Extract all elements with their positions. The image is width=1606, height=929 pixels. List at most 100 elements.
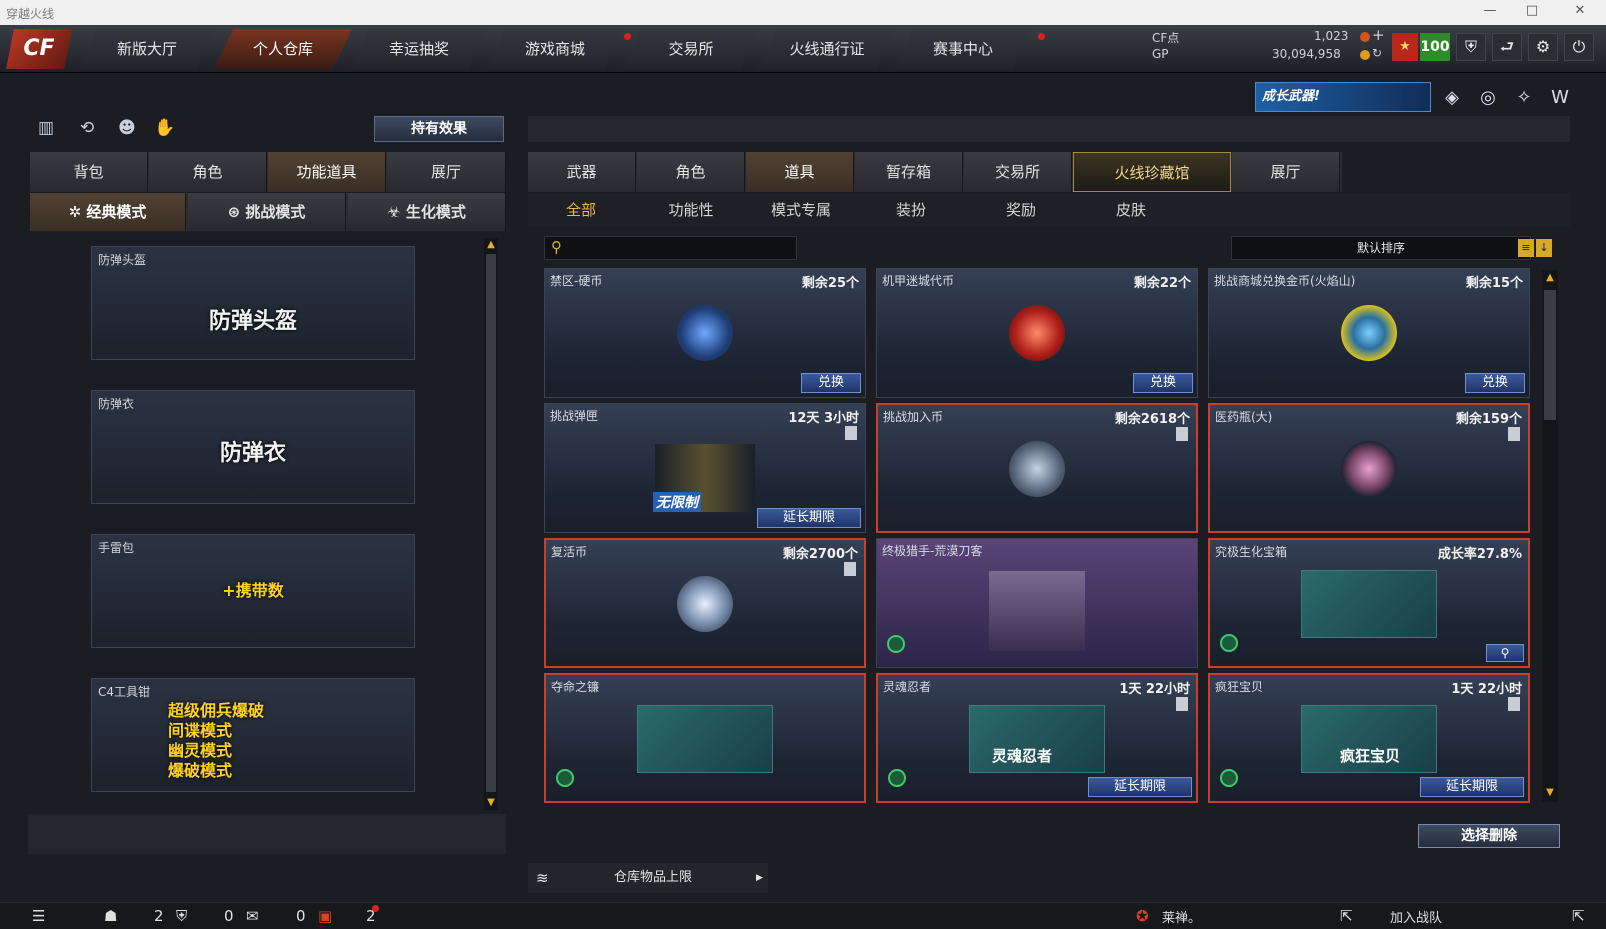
scroll-up-icon[interactable]: ▲ bbox=[486, 240, 496, 250]
trash-icon[interactable] bbox=[1176, 427, 1188, 441]
badge-v-icon[interactable]: ◈ bbox=[1439, 85, 1465, 111]
w-logo-icon[interactable]: W bbox=[1547, 85, 1573, 111]
history-icon[interactable]: ⟲ bbox=[80, 118, 94, 138]
shield-icon[interactable]: ⛨ bbox=[1456, 33, 1486, 61]
refresh-gp-icon[interactable]: ↻ bbox=[1372, 46, 1382, 60]
effects-button[interactable]: 持有效果 bbox=[374, 116, 504, 142]
item-slot[interactable]: 机甲迷城代币 剩余22个 兑换 bbox=[876, 268, 1198, 398]
storage-capacity-bar[interactable]: ≋ 仓库物品上限 ▶ bbox=[528, 863, 768, 893]
item-slot[interactable]: 终极猎手-荒漠刀客 bbox=[876, 538, 1198, 668]
mode-bio[interactable]: ☣ 生化模式 bbox=[348, 193, 506, 231]
item-card-vest[interactable]: 防弹衣 防弹衣 bbox=[91, 390, 415, 504]
item-slot[interactable]: 疯狂宝贝 1天 22小时 疯狂宝贝 延长期限 bbox=[1208, 673, 1530, 803]
popout-clan-icon[interactable]: ⇱ bbox=[1572, 907, 1585, 925]
tab-temp-box[interactable]: 暂存箱 bbox=[855, 152, 963, 192]
tab-weapons[interactable]: 武器 bbox=[528, 152, 636, 192]
list-view-icon[interactable]: ≡ bbox=[1518, 239, 1534, 257]
tab-items[interactable]: 道具 bbox=[746, 152, 854, 192]
item-card-helmet[interactable]: 防弹头盔 防弹头盔 bbox=[91, 246, 415, 360]
item-slot[interactable]: 挑战弹匣 12天 3小时 无限制 延长期限 bbox=[544, 403, 866, 533]
mode-challenge[interactable]: ⊛ 挑战模式 bbox=[188, 193, 346, 231]
scroll-thumb[interactable] bbox=[1544, 290, 1556, 420]
mode-classic[interactable]: ✲ 经典模式 bbox=[30, 193, 186, 231]
tab-functional-items[interactable]: 功能道具 bbox=[268, 152, 386, 192]
trash-icon[interactable] bbox=[1176, 697, 1188, 711]
item-card-grenade[interactable]: 手雷包 +携带数 bbox=[91, 534, 415, 648]
extend-button[interactable]: 延长期限 bbox=[757, 508, 861, 528]
gear-icon[interactable]: ⚙ bbox=[1528, 33, 1558, 61]
globe-icon[interactable]: ◎ bbox=[1475, 85, 1501, 111]
chat-message[interactable]: 莱禅。 bbox=[1162, 907, 1201, 926]
scroll-down-icon[interactable]: ▼ bbox=[1545, 788, 1555, 798]
tab-showroom[interactable]: 展厅 bbox=[1232, 152, 1340, 192]
maximize-icon[interactable]: □ bbox=[1522, 3, 1542, 18]
tab-characters[interactable]: 角色 bbox=[637, 152, 745, 192]
add-cf-icon[interactable]: + bbox=[1372, 26, 1385, 44]
nav-tab-storage[interactable]: 个人仓库 bbox=[214, 29, 352, 69]
subtab-outfit[interactable]: 装扮 bbox=[876, 199, 946, 220]
tab-backpack[interactable]: 背包 bbox=[30, 152, 148, 192]
trash-icon[interactable] bbox=[845, 426, 857, 440]
join-clan-link[interactable]: 加入战队 bbox=[1390, 907, 1442, 926]
trash-icon[interactable] bbox=[1508, 427, 1520, 441]
extend-button[interactable]: 延长期限 bbox=[1420, 777, 1524, 797]
extend-button[interactable]: 延长期限 bbox=[1088, 777, 1192, 797]
rank-icon[interactable]: ★ bbox=[1392, 33, 1418, 61]
subtab-skin[interactable]: 皮肤 bbox=[1096, 199, 1166, 220]
select-delete-button[interactable]: 选择删除 bbox=[1418, 824, 1560, 848]
scroll-down-icon[interactable]: ▼ bbox=[486, 798, 496, 808]
nav-tab-lottery[interactable]: 幸运抽奖 bbox=[350, 29, 488, 69]
nav-tab-exchange[interactable]: 交易所 bbox=[622, 29, 760, 69]
scroll-up-icon[interactable]: ▲ bbox=[1545, 273, 1555, 283]
item-slot[interactable]: 灵魂忍者 1天 22小时 灵魂忍者 延长期限 bbox=[876, 673, 1198, 803]
hand-icon[interactable]: ✋ bbox=[154, 118, 175, 138]
item-slot[interactable]: 夺命之镰 bbox=[544, 673, 866, 803]
exchange-button[interactable]: 兑换 bbox=[1133, 373, 1193, 393]
cf-logo[interactable]: CF bbox=[6, 29, 72, 69]
subtab-functional[interactable]: 功能性 bbox=[656, 199, 726, 220]
friends-icon[interactable]: ☗ bbox=[104, 907, 117, 925]
trash-icon[interactable] bbox=[1508, 697, 1520, 711]
wings-icon[interactable]: ✧ bbox=[1511, 85, 1537, 111]
item-slot[interactable]: 医药瓶(大) 剩余159个 bbox=[1208, 403, 1530, 533]
magnify-icon[interactable]: ⚲ bbox=[1486, 644, 1524, 662]
left-scrollbar[interactable]: ▲ ▼ bbox=[484, 238, 498, 810]
sort-dropdown[interactable]: 默认排序 bbox=[1231, 236, 1531, 260]
tab-exchange[interactable]: 交易所 bbox=[964, 152, 1072, 192]
character-icon[interactable]: ☻ bbox=[118, 118, 136, 138]
menu-icon[interactable]: ☰ bbox=[32, 907, 45, 925]
item-slot[interactable]: 禁区-硬币 剩余25个 兑换 bbox=[544, 268, 866, 398]
subtab-all[interactable]: 全部 bbox=[546, 199, 616, 220]
nav-tab-pass[interactable]: 火线通行证 bbox=[758, 29, 896, 69]
close-icon[interactable]: ✕ bbox=[1570, 3, 1590, 18]
back-icon[interactable]: ⮐ bbox=[1492, 33, 1522, 61]
message-icon[interactable]: ✉ bbox=[246, 907, 259, 925]
stats-icon[interactable]: ▥ bbox=[38, 118, 54, 138]
tab-hall[interactable]: 展厅 bbox=[387, 152, 506, 192]
trash-icon[interactable] bbox=[844, 562, 856, 576]
nav-tab-lobby[interactable]: 新版大厅 bbox=[78, 29, 216, 69]
item-slot[interactable]: 复活币 剩余2700个 bbox=[544, 538, 866, 668]
item-slot[interactable]: 挑战加入币 剩余2618个 bbox=[876, 403, 1198, 533]
item-slot[interactable]: 挑战商城兑换金币(火焰山) 剩余15个 兑换 bbox=[1208, 268, 1530, 398]
tab-character[interactable]: 角色 bbox=[149, 152, 267, 192]
minimize-icon[interactable]: — bbox=[1480, 3, 1500, 18]
search-input[interactable]: ⚲ bbox=[544, 236, 797, 260]
popout-chat-icon[interactable]: ⇱ bbox=[1340, 907, 1353, 925]
nav-tab-events[interactable]: 赛事中心 bbox=[894, 29, 1032, 69]
growth-weapon-banner[interactable]: 成长武器! bbox=[1255, 82, 1431, 112]
power-icon[interactable]: ⏻ bbox=[1564, 33, 1594, 61]
item-slot[interactable]: 究极生化宝箱 成长率27.8% ⚲ bbox=[1208, 538, 1530, 668]
subtab-reward[interactable]: 奖励 bbox=[986, 199, 1056, 220]
sort-direction-icon[interactable]: ↓ bbox=[1536, 239, 1552, 257]
exchange-button[interactable]: 兑换 bbox=[1465, 373, 1525, 393]
clan-icon[interactable]: ⛨ bbox=[176, 907, 187, 925]
exchange-button[interactable]: 兑换 bbox=[801, 373, 861, 393]
gift-icon[interactable]: ▣ bbox=[318, 907, 332, 925]
scroll-thumb[interactable] bbox=[486, 254, 496, 792]
tab-collection[interactable]: 火线珍藏馆 bbox=[1073, 152, 1231, 192]
nav-tab-shop[interactable]: 游戏商城 bbox=[486, 29, 624, 69]
subtab-mode[interactable]: 模式专属 bbox=[766, 199, 836, 220]
item-card-c4[interactable]: C4工具钳 超级佣兵爆破 间谍模式 幽灵模式 爆破模式 bbox=[91, 678, 415, 792]
right-scrollbar[interactable]: ▲ ▼ bbox=[1542, 270, 1558, 802]
